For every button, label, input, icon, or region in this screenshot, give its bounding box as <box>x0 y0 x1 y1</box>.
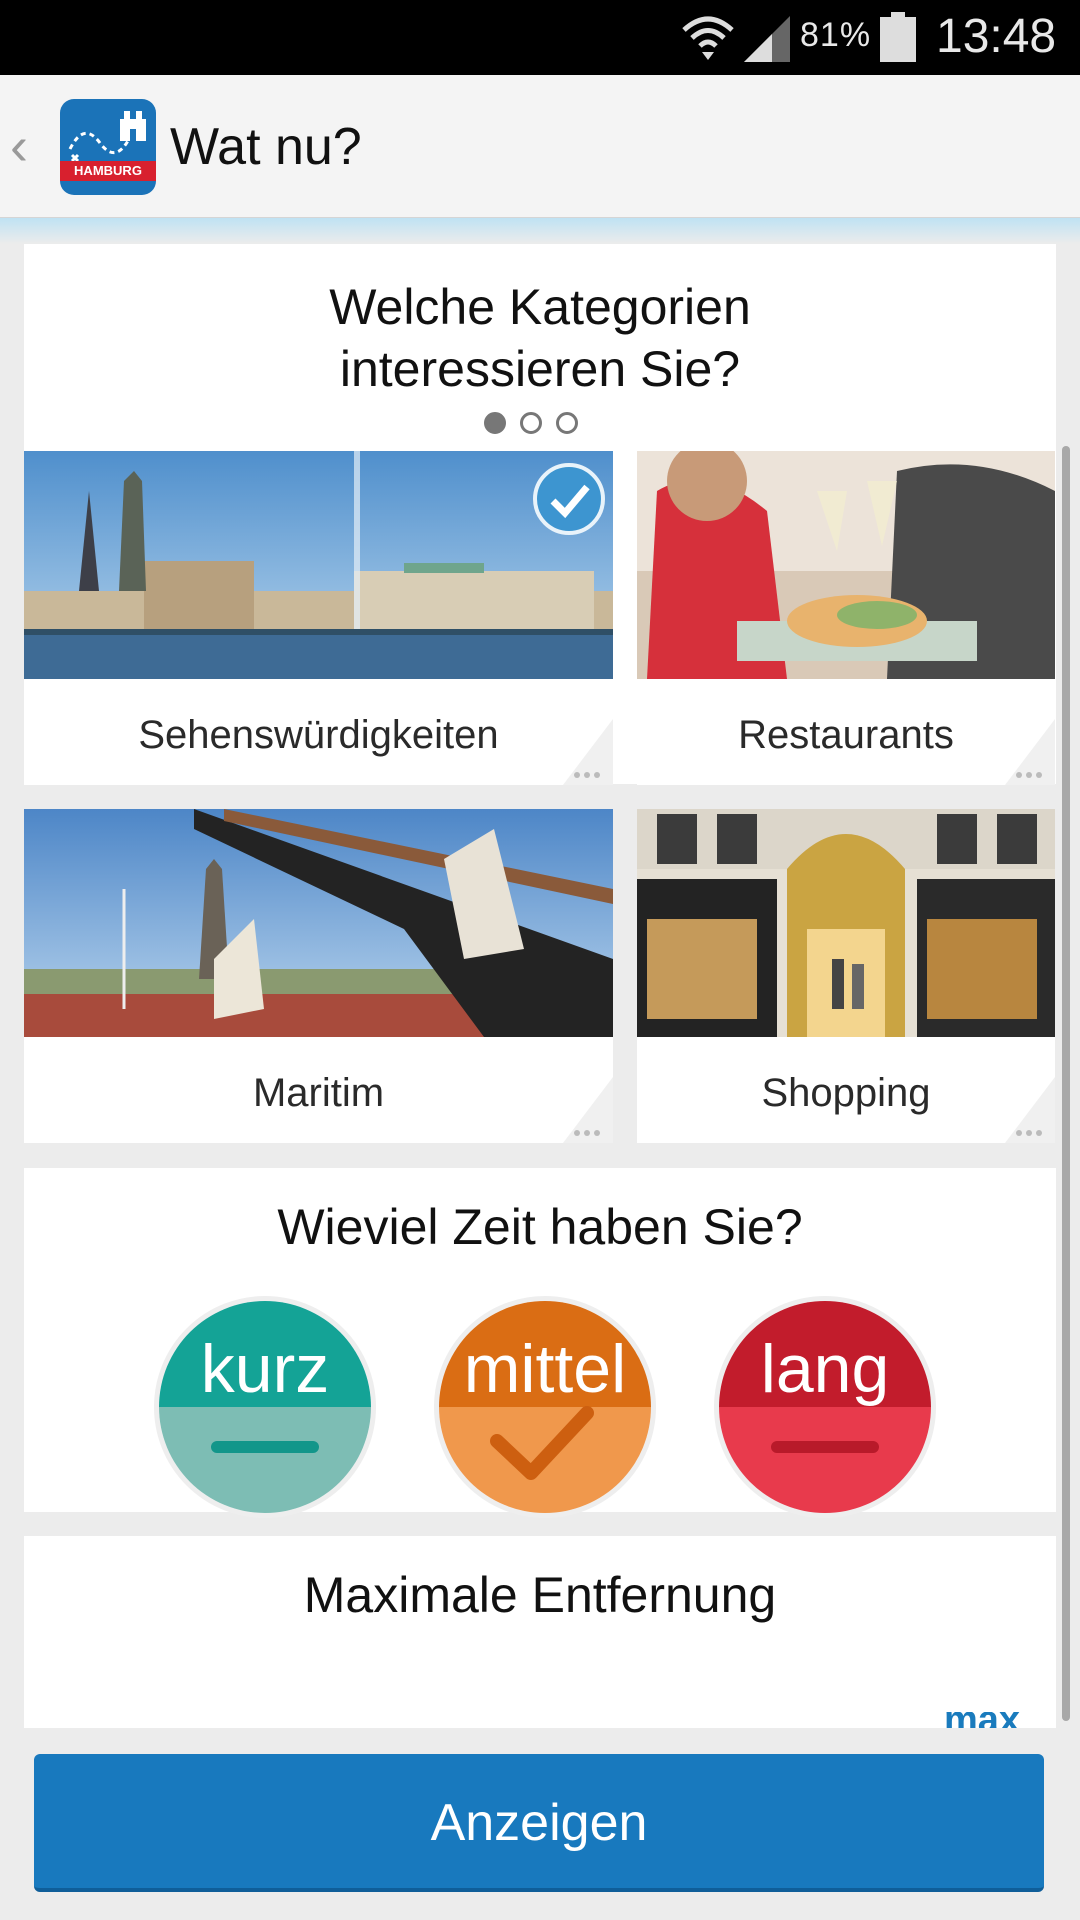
page-dot-active <box>484 412 506 434</box>
more-icon[interactable] <box>1005 719 1055 785</box>
categories-title-line2: interessieren Sie? <box>339 341 741 397</box>
page-dot <box>556 412 578 434</box>
distance-card: Maximale Entfernung max <box>24 1536 1056 1728</box>
category-tile-restaurants[interactable]: Restaurants <box>637 451 1055 785</box>
time-option-short[interactable]: kurz <box>154 1296 376 1518</box>
minus-icon <box>211 1441 319 1453</box>
distance-title: Maximale Entfernung <box>303 1567 777 1623</box>
distance-max-label: max <box>944 1712 1020 1728</box>
page-title: Wat nu? <box>170 118 362 176</box>
maritime-photo <box>24 809 613 1037</box>
tile-label: Shopping <box>761 1071 931 1115</box>
status-bar: 81% 13:48 <box>0 0 1080 75</box>
time-title: Wieviel Zeit haben Sie? <box>277 1199 803 1255</box>
tile-label: Restaurants <box>738 713 954 757</box>
time-option-long[interactable]: lang <box>714 1296 936 1518</box>
category-tile-sights[interactable]: Sehenswürdigkeiten <box>24 451 613 785</box>
action-bar: ‹ HAMBURG Wat nu? <box>0 75 1080 218</box>
bottom-bar: Anzeigen <box>0 1728 1080 1920</box>
category-tile-maritime[interactable]: Maritim <box>24 809 613 1143</box>
show-button[interactable]: Anzeigen <box>34 1754 1044 1892</box>
scroll-content[interactable]: Welche Kategorien interessieren Sie? Seh… <box>0 218 1080 1728</box>
time-option-medium[interactable]: mittel <box>434 1296 656 1518</box>
shopping-photo <box>637 809 1055 1037</box>
checkmark-icon <box>490 1406 594 1480</box>
page-dot <box>520 412 542 434</box>
scroll-glow <box>0 218 1080 244</box>
battery-icon <box>880 12 916 62</box>
restaurants-photo <box>637 451 1055 679</box>
categories-title-line1: Welche Kategorien <box>329 279 751 335</box>
more-icon[interactable] <box>563 719 613 785</box>
chevron-left-icon[interactable]: ‹ <box>10 119 28 173</box>
time-card: Wieviel Zeit haben Sie? kurz mittel lang <box>24 1168 1056 1518</box>
category-tile-shopping[interactable]: Shopping <box>637 809 1055 1143</box>
battery-percent: 81% <box>800 16 872 54</box>
wifi-icon <box>682 16 734 60</box>
sights-photo <box>24 451 613 679</box>
tile-label: Sehenswürdigkeiten <box>138 713 499 757</box>
app-logo[interactable]: HAMBURG <box>60 99 156 195</box>
logo-label: HAMBURG <box>60 161 156 181</box>
minus-icon <box>771 1441 879 1453</box>
more-icon[interactable] <box>563 1077 613 1143</box>
signal-icon <box>744 16 790 62</box>
clock: 13:48 <box>936 10 1057 63</box>
more-icon[interactable] <box>1005 1077 1055 1143</box>
scrollbar[interactable] <box>1062 446 1070 1721</box>
tile-label: Maritim <box>252 1071 385 1115</box>
selected-check-icon <box>533 463 605 535</box>
